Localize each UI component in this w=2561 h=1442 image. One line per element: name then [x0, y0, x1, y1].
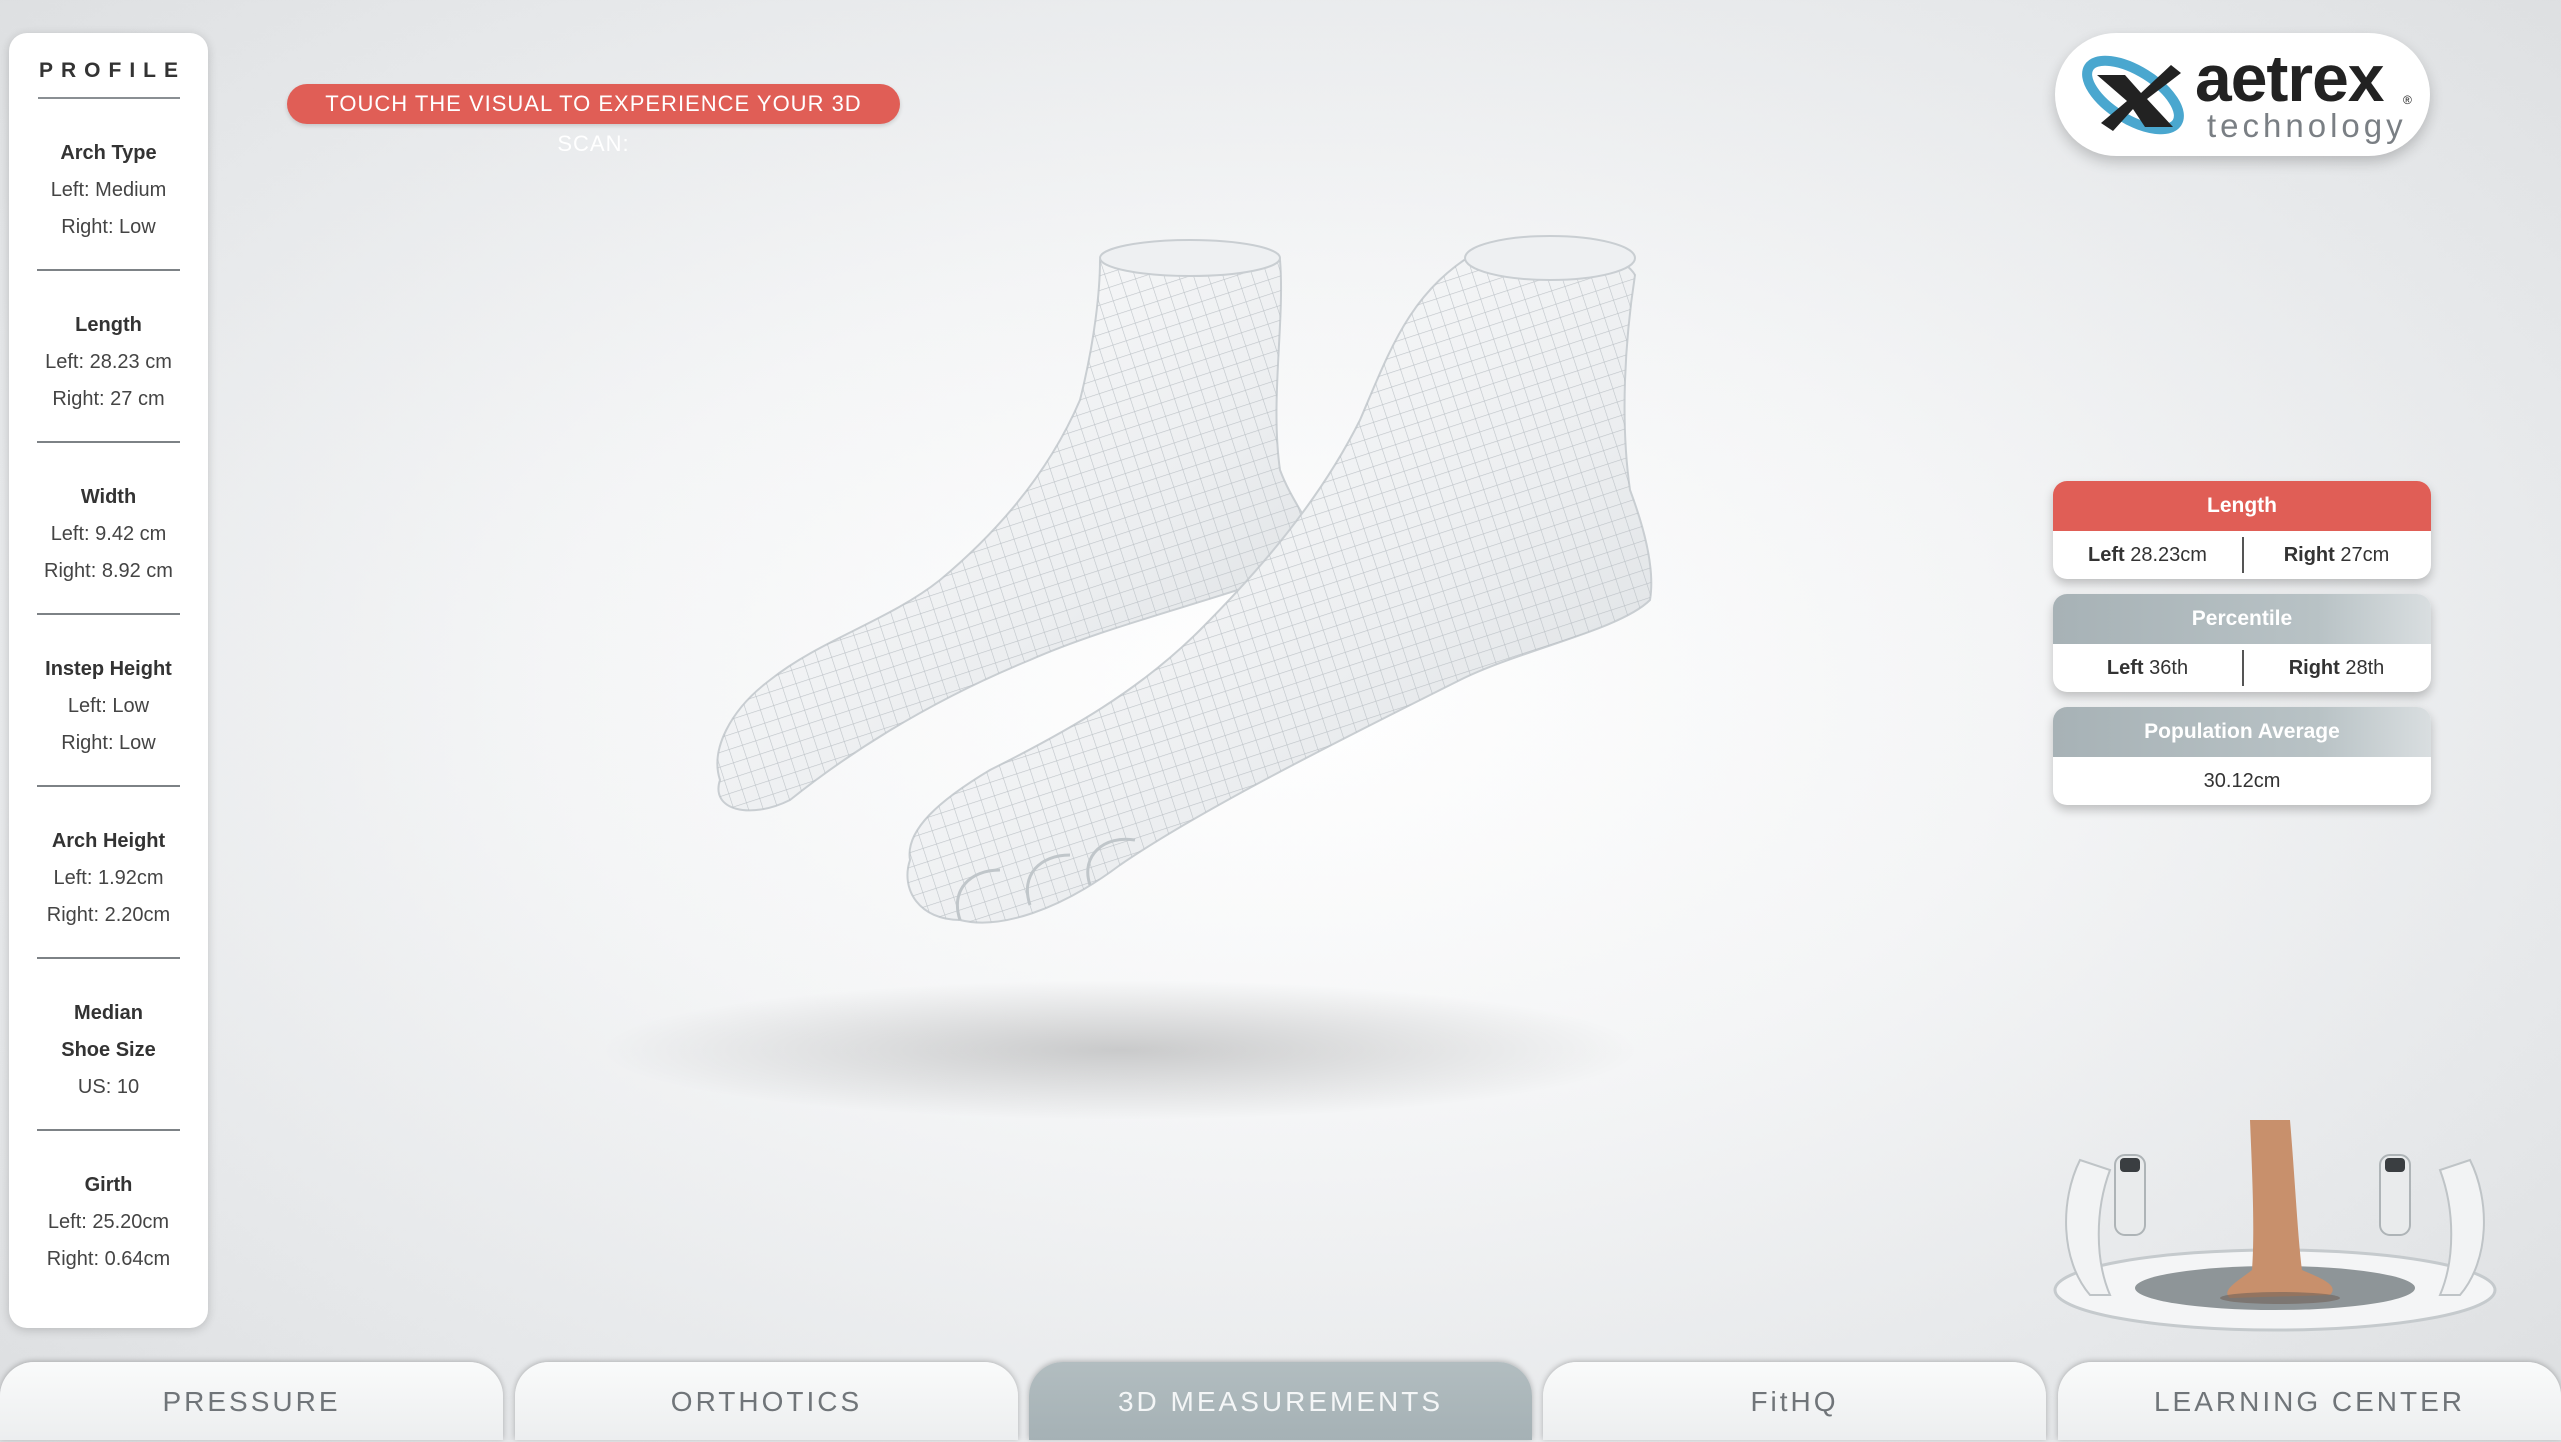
metric-label: Instep Height: [45, 658, 172, 680]
metric-value: US: 10: [77, 1076, 140, 1098]
right-value: 28th: [2345, 657, 2385, 679]
tab-3d-measurements[interactable]: 3D MEASUREMENTS: [1029, 1362, 1532, 1440]
population-card: Population Average 30.12cm: [2053, 707, 2431, 805]
population-value: 30.12cm: [2203, 770, 2281, 792]
scanner-device-image: [2053, 1120, 2497, 1332]
aetrex-logo: aetrex ® technology: [2055, 33, 2430, 156]
tab-pressure[interactable]: PRESSURE: [0, 1362, 503, 1440]
metric-value: Left: Low: [67, 695, 150, 717]
tab-fithq[interactable]: FitHQ: [1543, 1362, 2046, 1440]
aetrex-logo-icon: [2082, 55, 2184, 135]
metric-label: Median: [74, 1002, 143, 1024]
metric-label: Length: [75, 314, 142, 336]
metric-width: Width Left: 9.42 cm Right: 8.92 cm: [9, 443, 208, 615]
metric-shoe-size: Median Shoe Size US: 10: [9, 959, 208, 1131]
metric-value: Right: 0.64cm: [46, 1248, 171, 1270]
right-label: Right: [2283, 544, 2335, 566]
touch-prompt-banner: TOUCH THE VISUAL TO EXPERIENCE YOUR 3D S…: [287, 84, 900, 156]
metric-value: Left: 1.92cm: [53, 867, 164, 889]
metric-length: Length Left: 28.23 cm Right: 27 cm: [9, 271, 208, 443]
metric-value: Right: 27 cm: [52, 388, 165, 410]
metric-value: Left: 9.42 cm: [50, 523, 167, 545]
logo-sub-text: technology: [2207, 107, 2407, 144]
right-value: 27cm: [2340, 544, 2390, 566]
left-label: Left: [2088, 544, 2125, 566]
metric-arch-height: Arch Height Left: 1.92cm Right: 2.20cm: [9, 787, 208, 959]
population-card-body: 30.12cm: [2053, 757, 2431, 805]
right-label: Right: [2288, 657, 2340, 679]
left-value: 36th: [2149, 657, 2189, 679]
percentile-card: Percentile Left 36th Right 28th: [2053, 594, 2431, 692]
metric-label: Arch Type: [60, 142, 157, 164]
metric-label: Arch Height: [51, 830, 166, 852]
logo-brand-text: aetrex: [2195, 41, 2384, 115]
metric-arch-type: Arch Type Left: Medium Right: Low: [9, 99, 208, 271]
metric-girth: Girth Left: 25.20cm Right: 0.64cm: [9, 1131, 208, 1303]
metric-value: Right: 8.92 cm: [44, 560, 173, 582]
metric-value: Left: 25.20cm: [47, 1211, 170, 1233]
tab-orthotics[interactable]: ORTHOTICS: [515, 1362, 1018, 1440]
metric-value: Left: 28.23 cm: [45, 351, 172, 373]
floor-shadow: [600, 980, 1640, 1120]
metric-value: Right: 2.20cm: [46, 904, 171, 926]
left-value: 28.23cm: [2130, 544, 2207, 566]
profile-title: PROFILE: [38, 59, 186, 82]
metric-instep-height: Instep Height Left: Low Right: Low: [9, 615, 208, 787]
metric-label: Shoe Size: [61, 1039, 156, 1061]
percentile-card-title: Percentile: [2053, 594, 2431, 644]
metric-label: Width: [80, 486, 137, 508]
length-card: Length Left 28.23cm Right 27cm: [2053, 481, 2431, 579]
length-right: Right 27cm: [2242, 531, 2431, 579]
percentile-left: Left 36th: [2053, 644, 2242, 692]
percentile-right: Right 28th: [2242, 644, 2431, 692]
length-left: Left 28.23cm: [2053, 531, 2242, 579]
population-card-title: Population Average: [2053, 707, 2431, 757]
percentile-card-body: Left 36th Right 28th: [2053, 644, 2431, 692]
profile-panel: PROFILE Arch Type Left: Medium Right: Lo…: [9, 33, 208, 1328]
foot-scan-model[interactable]: [560, 230, 1790, 1130]
metric-value: Right: Low: [61, 732, 156, 754]
length-card-body: Left 28.23cm Right 27cm: [2053, 531, 2431, 579]
metric-value: Right: Low: [61, 216, 156, 238]
metric-value: Left: Medium: [50, 179, 167, 201]
length-card-title: Length: [2053, 481, 2431, 531]
logo-registered-mark: ®: [2403, 93, 2412, 107]
tab-learning-center[interactable]: LEARNING CENTER: [2058, 1362, 2561, 1440]
metric-label: Girth: [84, 1174, 133, 1196]
left-label: Left: [2106, 657, 2144, 679]
